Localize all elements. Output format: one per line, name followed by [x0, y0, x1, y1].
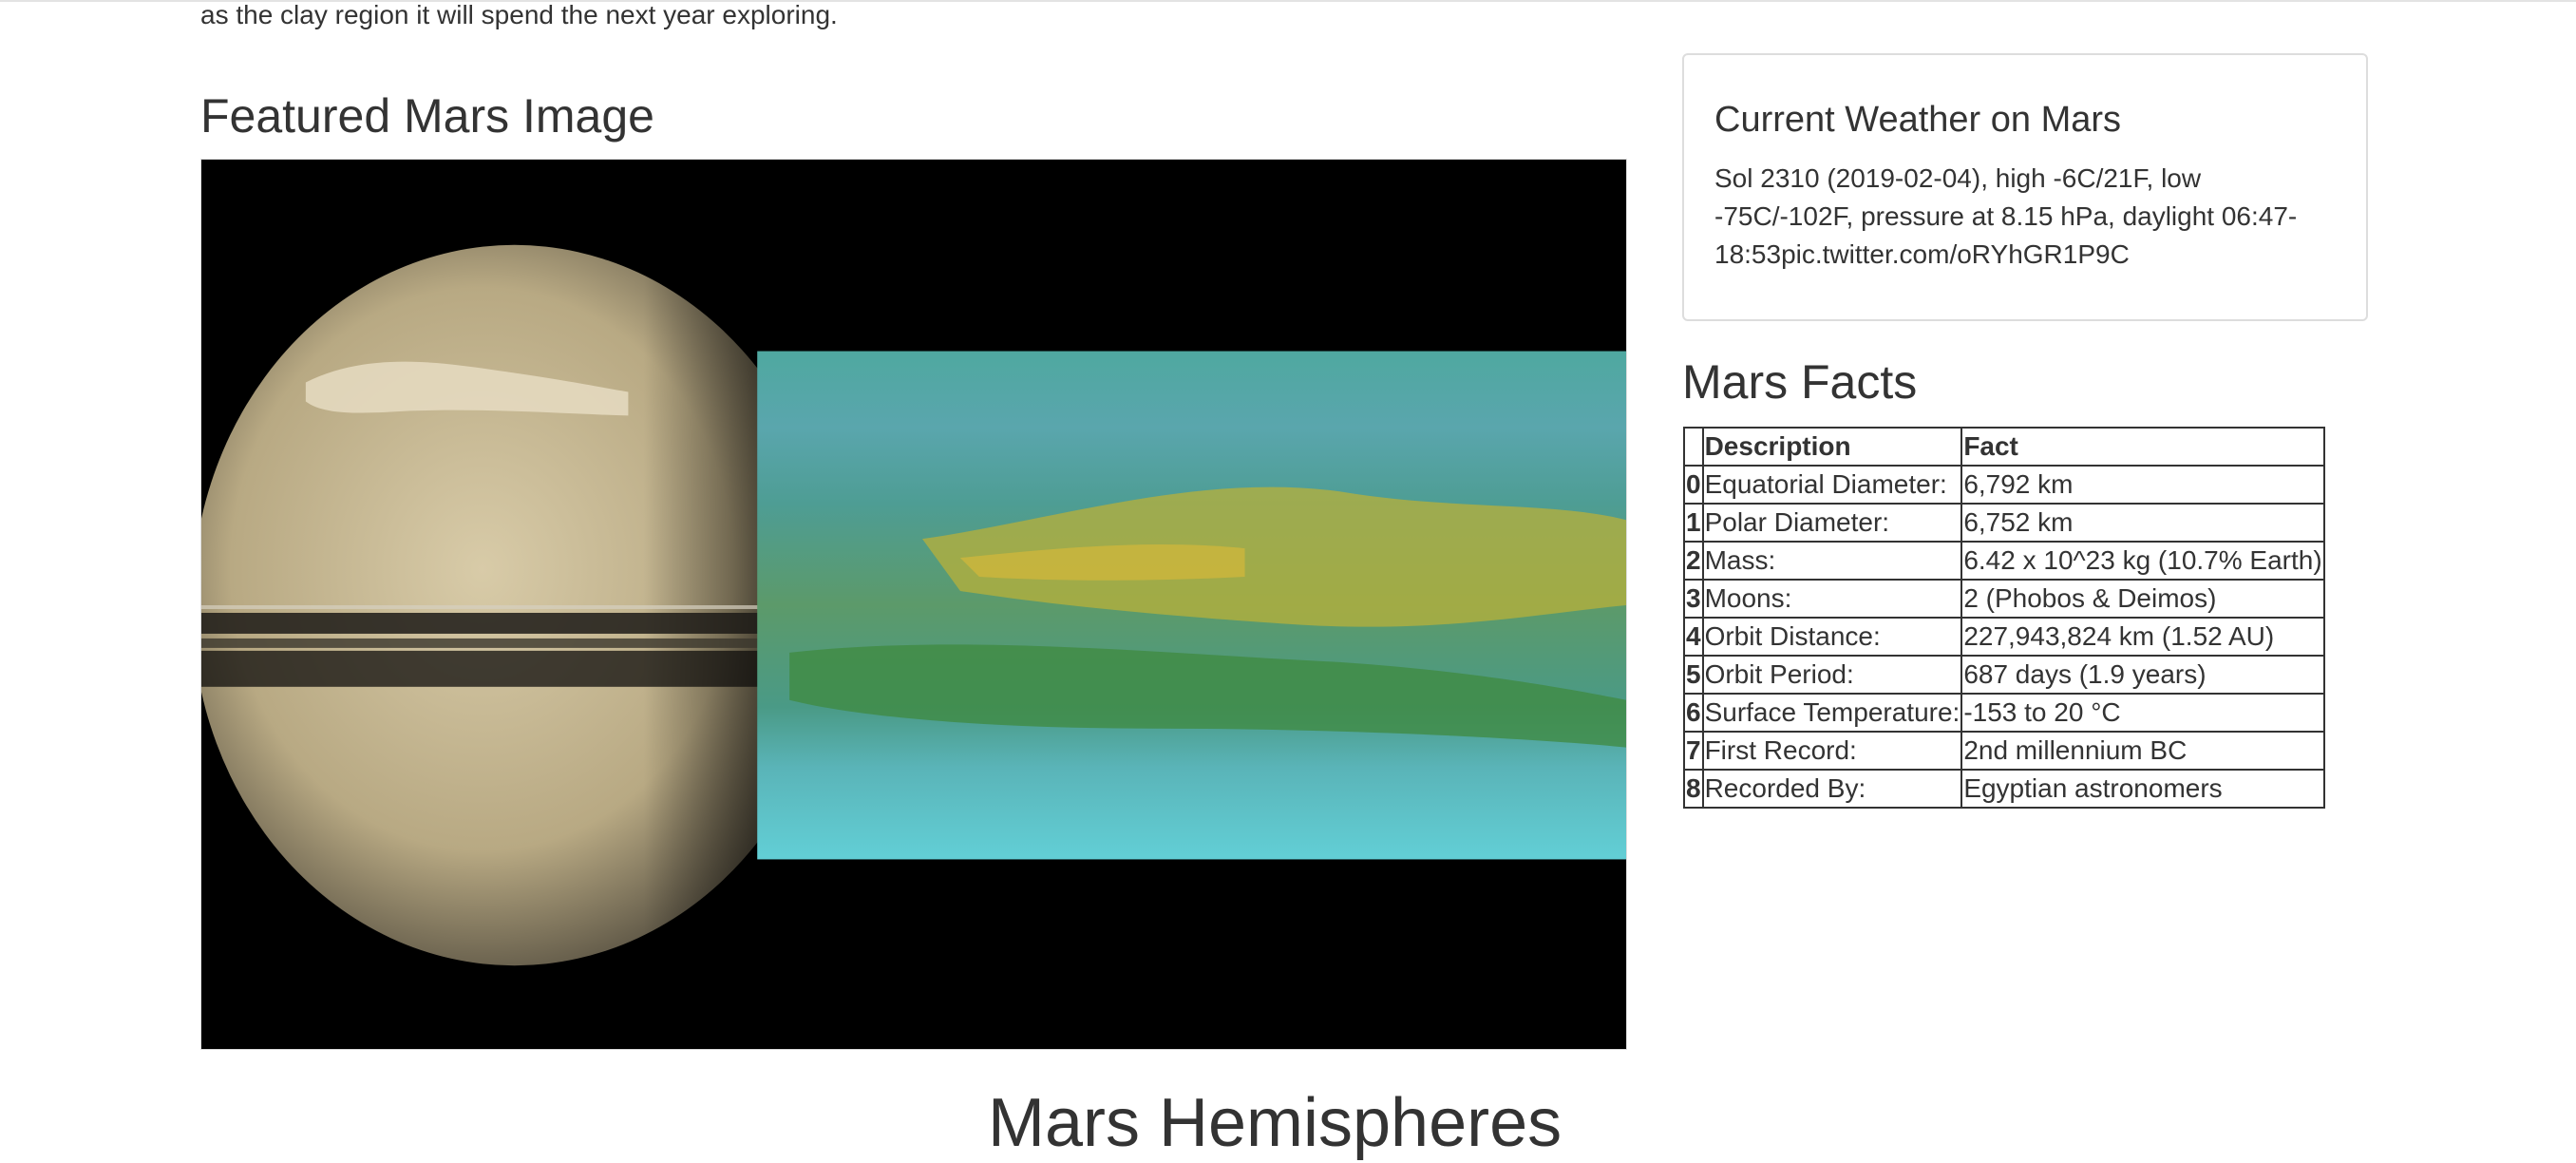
weather-card: Current Weather on Mars Sol 2310 (2019-0… — [1682, 53, 2368, 321]
row-index: 6 — [1683, 693, 1704, 733]
row-description: Polar Diameter: — [1701, 503, 1963, 543]
row-fact: 2 (Phobos & Deimos) — [1960, 579, 2325, 619]
table-row: 5 Orbit Period: 687 days (1.9 years) — [1683, 655, 2325, 695]
mars-facts-title: Mars Facts — [1682, 355, 1918, 409]
table-header-row: Description Fact — [1683, 427, 2325, 467]
row-fact: 687 days (1.9 years) — [1960, 655, 2325, 695]
row-index: 1 — [1683, 503, 1704, 543]
row-description: Surface Temperature: — [1701, 693, 1963, 733]
table-row: 7 First Record: 2nd millennium BC — [1683, 731, 2325, 771]
row-fact: Egyptian astronomers — [1960, 769, 2325, 809]
table-row: 6 Surface Temperature: -153 to 20 °C — [1683, 693, 2325, 733]
table-row: 4 Orbit Distance: 227,943,824 km (1.52 A… — [1683, 617, 2325, 657]
row-fact: 227,943,824 km (1.52 AU) — [1960, 617, 2325, 657]
row-description: Orbit Distance: — [1701, 617, 1963, 657]
row-description: Equatorial Diameter: — [1701, 465, 1963, 505]
row-fact: 6,752 km — [1960, 503, 2325, 543]
row-index: 3 — [1683, 579, 1704, 619]
row-index: 4 — [1683, 617, 1704, 657]
mars-hemispheres-title: Mars Hemispheres — [988, 1085, 1563, 1161]
table-row: 0 Equatorial Diameter: 6,792 km — [1683, 465, 2325, 505]
weather-text: Sol 2310 (2019-02-04), high -6C/21F, low… — [1714, 163, 2298, 269]
row-index: 0 — [1683, 465, 1704, 505]
row-fact: -153 to 20 °C — [1960, 693, 2325, 733]
featured-image-graphic — [201, 160, 1626, 1049]
row-fact: 6.42 x 10^23 kg (10.7% Earth) — [1960, 541, 2325, 581]
featured-mars-image[interactable] — [200, 159, 1627, 1050]
row-description: Mass: — [1701, 541, 1963, 581]
weather-title: Current Weather on Mars — [1714, 100, 2122, 140]
row-description: First Record: — [1701, 731, 1963, 771]
row-index: 2 — [1683, 541, 1704, 581]
row-description: Moons: — [1701, 579, 1963, 619]
row-index: 7 — [1683, 731, 1704, 771]
featured-image-title: Featured Mars Image — [200, 89, 654, 143]
table-row: 3 Moons: 2 (Phobos & Deimos) — [1683, 579, 2325, 619]
row-fact: 2nd millennium BC — [1960, 731, 2325, 771]
row-index: 8 — [1683, 769, 1704, 809]
table-row: 8 Recorded By: Egyptian astronomers — [1683, 769, 2325, 809]
intro-text: as the clay region it will spend the nex… — [200, 0, 838, 29]
row-description: Recorded By: — [1701, 769, 1963, 809]
header-description: Description — [1701, 427, 1963, 467]
row-description: Orbit Period: — [1701, 655, 1963, 695]
table-row: 2 Mass: 6.42 x 10^23 kg (10.7% Earth) — [1683, 541, 2325, 581]
row-index: 5 — [1683, 655, 1704, 695]
header-fact: Fact — [1960, 427, 2325, 467]
header-index — [1683, 427, 1704, 467]
row-fact: 6,792 km — [1960, 465, 2325, 505]
mars-facts-table: Description Fact 0 Equatorial Diameter: … — [1683, 427, 2325, 809]
table-row: 1 Polar Diameter: 6,752 km — [1683, 503, 2325, 543]
